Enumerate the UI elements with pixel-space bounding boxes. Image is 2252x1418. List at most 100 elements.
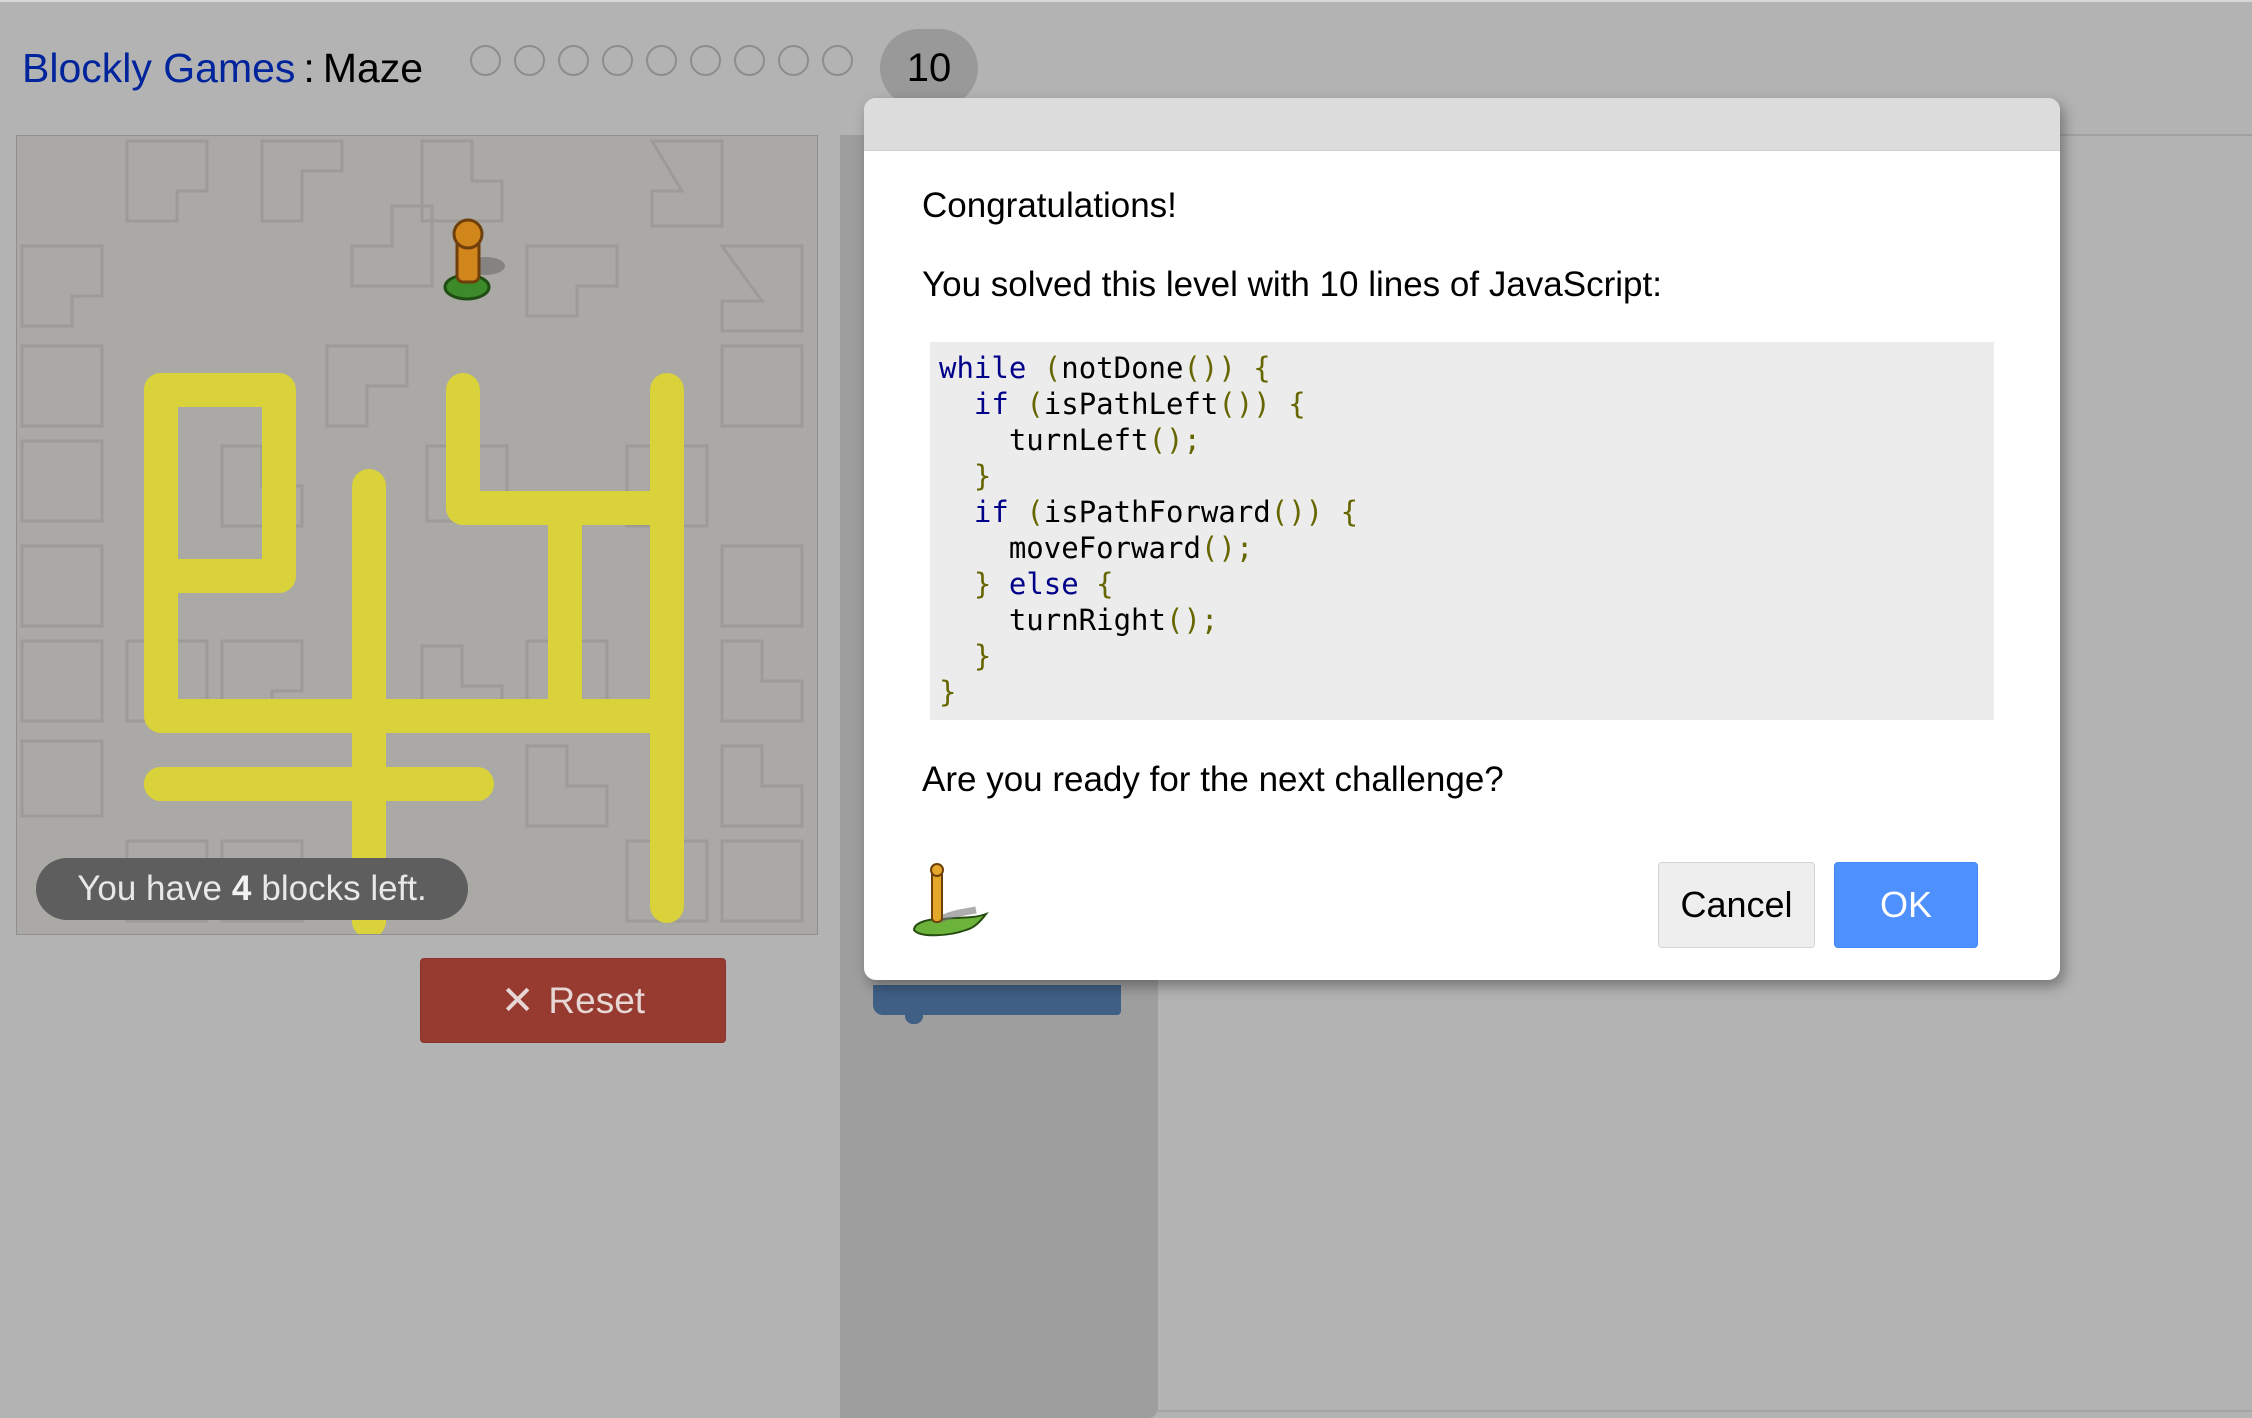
code-line: if (isPathForward()) { xyxy=(939,494,1985,530)
code-token: moveForward xyxy=(1008,531,1201,565)
code-line: moveForward(); xyxy=(939,530,1985,566)
level-selector xyxy=(470,45,853,76)
code-token: isPathForward xyxy=(1043,495,1271,529)
workspace-bottom-border xyxy=(1158,1410,2252,1412)
code-token: if xyxy=(973,387,1009,421)
tile-shape xyxy=(720,544,804,628)
path-segment xyxy=(446,373,684,733)
tile-shape xyxy=(325,344,409,428)
level-dot-9[interactable] xyxy=(822,45,853,76)
tile-shape xyxy=(20,544,104,628)
code-token: { xyxy=(1096,567,1114,601)
code-token: isPathLeft xyxy=(1043,387,1219,421)
code-token: if xyxy=(973,495,1009,529)
current-level-badge[interactable]: 10 xyxy=(880,29,978,107)
page-header: Blockly Games : Maze xyxy=(22,40,423,96)
maze-board xyxy=(16,135,818,935)
code-token: notDone xyxy=(1061,351,1184,385)
tile-shape xyxy=(720,839,804,923)
pegman-icon xyxy=(912,863,989,937)
tile-shape xyxy=(20,739,104,818)
tile-shape xyxy=(125,139,209,223)
tile-shape xyxy=(720,344,804,428)
title-separator: : xyxy=(303,44,315,91)
level-dot-8[interactable] xyxy=(778,45,809,76)
code-token: ()) { xyxy=(1270,495,1359,529)
code-token: ()) { xyxy=(1183,351,1271,385)
code-token: } xyxy=(973,459,992,493)
capacity-count: 4 xyxy=(231,869,252,908)
tile-shape xyxy=(720,639,804,723)
level-dot-3[interactable] xyxy=(558,45,589,76)
level-dot-5[interactable] xyxy=(646,45,677,76)
reset-button[interactable]: ✕ Reset xyxy=(420,958,726,1043)
level-dot-2[interactable] xyxy=(514,45,545,76)
tile-shape xyxy=(525,244,619,318)
x-icon: ✕ xyxy=(500,978,535,1023)
tile-shape xyxy=(20,344,104,428)
solved-text: You solved this level with 10 lines of J… xyxy=(922,265,1662,304)
tile-shape xyxy=(420,139,504,223)
code-token: } xyxy=(973,639,992,673)
dialog-title-bar[interactable] xyxy=(864,98,2060,151)
level-dot-6[interactable] xyxy=(690,45,721,76)
tile-shape xyxy=(20,639,104,723)
level-dot-4[interactable] xyxy=(602,45,633,76)
tile-shape xyxy=(719,244,804,333)
toolbox-block-notch xyxy=(905,1010,923,1024)
code-token: turnLeft xyxy=(1008,423,1149,457)
level-dot-7[interactable] xyxy=(734,45,765,76)
javascript-code-block: while (notDone()) { if (isPathLeft()) { … xyxy=(930,342,1994,720)
congratulations-text: Congratulations! xyxy=(922,186,1177,225)
cancel-button[interactable]: Cancel xyxy=(1658,862,1815,948)
level-dot-1[interactable] xyxy=(470,45,501,76)
code-line: } xyxy=(939,674,1985,710)
code-token: (); xyxy=(1200,531,1254,565)
tile-shape xyxy=(260,139,344,223)
next-challenge-text: Are you ready for the next challenge? xyxy=(922,760,1504,799)
game-title: Maze xyxy=(322,44,424,91)
path-segment xyxy=(144,373,684,733)
code-token: ( xyxy=(1043,351,1062,385)
code-token: ()) { xyxy=(1218,387,1306,421)
code-line: } xyxy=(939,458,1985,494)
code-line: turnLeft(); xyxy=(939,422,1985,458)
maze-svg xyxy=(20,139,804,934)
top-border xyxy=(0,0,2252,2)
background-tiles xyxy=(20,139,804,923)
capacity-prefix: You have xyxy=(77,869,222,908)
code-token: turnRight xyxy=(1008,603,1166,637)
code-token: ( xyxy=(1026,387,1044,421)
reset-label: Reset xyxy=(548,979,646,1021)
code-line: turnRight(); xyxy=(939,602,1985,638)
congratulations-dialog: Congratulations! You solved this level w… xyxy=(864,98,2060,980)
ok-button[interactable]: OK xyxy=(1834,862,1978,948)
code-line: if (isPathLeft()) { xyxy=(939,386,1985,422)
code-line: } else { xyxy=(939,566,1985,602)
capacity-bubble: You have 4 blocks left. xyxy=(36,858,468,920)
tile-shape xyxy=(525,744,609,828)
code-token: else xyxy=(1008,567,1079,601)
tile-shape xyxy=(649,139,724,228)
code-token: (); xyxy=(1165,603,1219,637)
tile-shape xyxy=(720,744,804,828)
code-token: (); xyxy=(1148,423,1201,457)
capacity-suffix: blocks left. xyxy=(261,869,427,908)
blockly-games-link[interactable]: Blockly Games xyxy=(22,45,295,92)
tile-shape xyxy=(350,204,434,288)
code-line: while (notDone()) { xyxy=(939,350,1985,386)
code-token: } xyxy=(973,567,992,601)
code-line: } xyxy=(939,638,1985,674)
